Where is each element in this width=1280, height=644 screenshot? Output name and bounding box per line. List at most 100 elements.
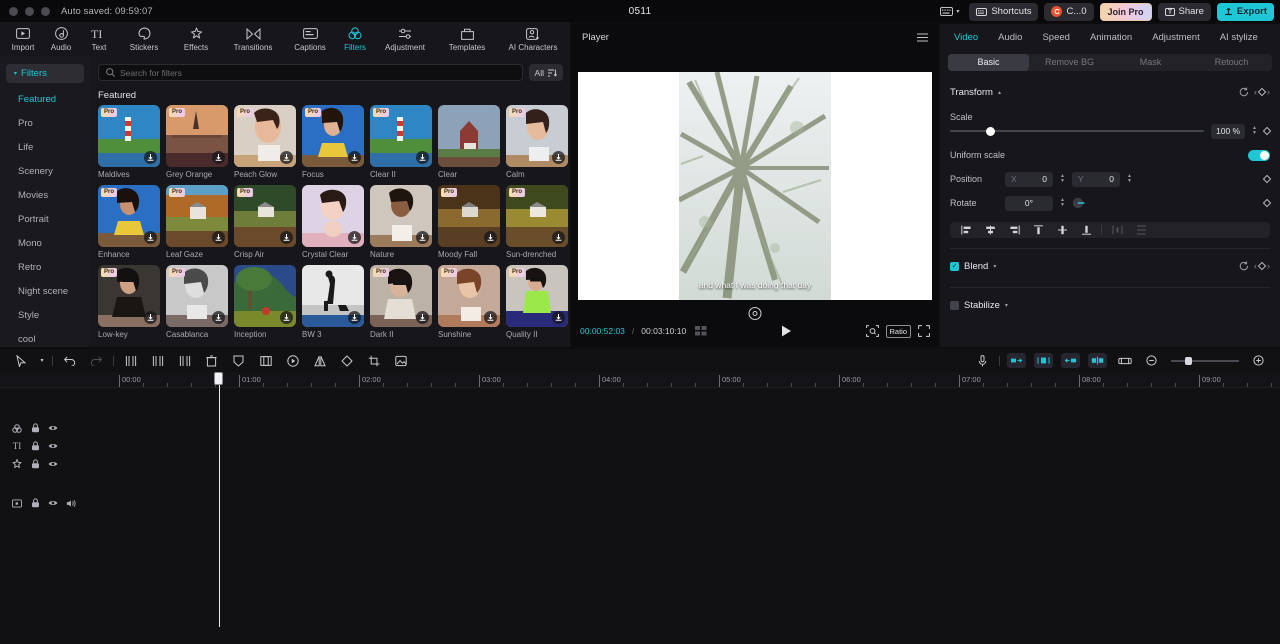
mirror-button[interactable] bbox=[306, 350, 333, 372]
crop-button[interactable] bbox=[252, 350, 279, 372]
zoom-to-fit-icon[interactable] bbox=[865, 325, 879, 337]
reset-blend-button[interactable] bbox=[1239, 261, 1249, 271]
download-icon[interactable] bbox=[416, 231, 429, 244]
timeline-ruler[interactable]: 00:00 01:00 02:00 03:00 04:00 05:00 06:0… bbox=[0, 372, 1280, 388]
rotate-value[interactable]: 0° bbox=[1005, 195, 1053, 211]
sidebar-item-featured[interactable]: Featured bbox=[0, 87, 90, 111]
position-x-field[interactable]: X 0 bbox=[1005, 171, 1053, 187]
download-icon[interactable] bbox=[348, 311, 361, 324]
filter-thumbnail[interactable]: Pro bbox=[166, 105, 228, 167]
filter-item-calm[interactable]: Pro Calm bbox=[506, 105, 568, 179]
track-visibility-button[interactable] bbox=[48, 498, 58, 508]
download-icon[interactable] bbox=[416, 311, 429, 324]
download-icon[interactable] bbox=[144, 231, 157, 244]
filter-item-crystal-clear[interactable]: Crystal Clear bbox=[302, 185, 364, 259]
scale-keyframe-button[interactable] bbox=[1262, 126, 1272, 136]
player-menu-button[interactable] bbox=[917, 33, 928, 42]
download-icon[interactable] bbox=[552, 311, 565, 324]
transform-section-header[interactable]: Transform ▴ ‹ › bbox=[940, 81, 1280, 103]
filter-thumbnail[interactable]: Pro bbox=[506, 185, 568, 247]
keyboard-layout-button[interactable]: ▾ bbox=[936, 5, 963, 18]
track-visibility-button[interactable] bbox=[48, 459, 58, 469]
download-icon[interactable] bbox=[212, 231, 225, 244]
delete-button[interactable] bbox=[198, 350, 225, 372]
blend-checkbox[interactable]: ✓ bbox=[950, 261, 959, 271]
filter-thumbnail[interactable]: Pro bbox=[98, 185, 160, 247]
filter-item-crisp-air[interactable]: Pro Crisp Air bbox=[234, 185, 296, 259]
tab-audio[interactable]: Audio bbox=[42, 23, 80, 56]
freeze-frame-button[interactable] bbox=[225, 350, 252, 372]
filter-item-bw-3[interactable]: BW 3 bbox=[302, 265, 364, 339]
subtab-mask[interactable]: Mask bbox=[1110, 54, 1191, 71]
timeline-zoom-slider[interactable] bbox=[1171, 356, 1239, 365]
shortcuts-button[interactable]: Shortcuts bbox=[969, 2, 1039, 21]
subtab-basic[interactable]: Basic bbox=[948, 54, 1029, 71]
filter-thumbnail[interactable] bbox=[302, 265, 364, 327]
download-icon[interactable] bbox=[484, 231, 497, 244]
download-icon[interactable] bbox=[280, 151, 293, 164]
join-pro-button[interactable]: Join Pro bbox=[1099, 2, 1152, 21]
keyframe-both-button[interactable] bbox=[1034, 353, 1053, 368]
filter-item-sun-drenched[interactable]: Pro Sun-drenched bbox=[506, 185, 568, 259]
sidebar-item-movies[interactable]: Movies bbox=[0, 183, 90, 207]
rotate-dial[interactable] bbox=[1072, 197, 1087, 209]
frame-grid-icon[interactable] bbox=[695, 326, 708, 336]
sidebar-item-pro[interactable]: Pro bbox=[0, 111, 90, 135]
tab-filters[interactable]: Filters bbox=[336, 23, 374, 56]
sidebar-header[interactable]: ▾ Filters bbox=[6, 64, 84, 83]
sidebar-item-night-scene[interactable]: Night scene bbox=[0, 279, 90, 303]
zoom-out-button[interactable] bbox=[1138, 350, 1165, 372]
tab-adjustment[interactable]: Adjustment bbox=[1142, 32, 1210, 43]
scale-value[interactable]: 100 % bbox=[1211, 123, 1246, 139]
align-center-horizontal-button[interactable] bbox=[978, 225, 1002, 235]
scale-slider[interactable] bbox=[950, 126, 1205, 136]
sidebar-item-portrait[interactable]: Portrait bbox=[0, 207, 90, 231]
fullscreen-icon[interactable] bbox=[918, 325, 930, 337]
record-voiceover-button[interactable] bbox=[969, 350, 996, 372]
transform-keyframe-button[interactable]: ‹ › bbox=[1254, 87, 1270, 97]
filter-item-sunshine[interactable]: Pro Sunshine bbox=[438, 265, 500, 339]
tab-templates[interactable]: Templates bbox=[436, 23, 498, 56]
video-preview-stage[interactable]: and what I was doing that day bbox=[578, 72, 932, 300]
filter-thumbnail[interactable]: Pro bbox=[506, 265, 568, 327]
track-visibility-button[interactable] bbox=[48, 441, 58, 451]
sidebar-item-life[interactable]: Life bbox=[0, 135, 90, 159]
keyframe-in-button[interactable] bbox=[1007, 353, 1026, 368]
playhead-handle[interactable] bbox=[214, 372, 223, 385]
blend-section-header[interactable]: ✓ Blend ▾ ‹ › bbox=[940, 255, 1280, 277]
tab-video[interactable]: Video bbox=[948, 32, 988, 43]
download-icon[interactable] bbox=[484, 311, 497, 324]
download-icon[interactable] bbox=[416, 151, 429, 164]
filter-thumbnail[interactable] bbox=[302, 185, 364, 247]
image-adjust-button[interactable] bbox=[387, 350, 414, 372]
filter-thumbnail[interactable]: Pro bbox=[438, 185, 500, 247]
download-icon[interactable] bbox=[348, 151, 361, 164]
filter-thumbnail[interactable]: Pro bbox=[370, 105, 432, 167]
tab-animation[interactable]: Animation bbox=[1080, 32, 1142, 43]
filter-item-low-key[interactable]: Pro Low-key bbox=[98, 265, 160, 339]
select-tool-button[interactable] bbox=[8, 350, 35, 372]
filter-thumbnail[interactable] bbox=[234, 265, 296, 327]
blend-keyframe-button[interactable]: ‹ › bbox=[1254, 261, 1270, 271]
position-keyframe-button[interactable] bbox=[1262, 174, 1272, 184]
filter-all-button[interactable]: All bbox=[528, 64, 563, 81]
align-top-button[interactable] bbox=[1026, 225, 1050, 235]
split-at-playhead-button[interactable] bbox=[1088, 353, 1107, 368]
tab-ai-characters[interactable]: AI Characters bbox=[498, 23, 568, 56]
timeline-view-button[interactable] bbox=[1111, 350, 1138, 372]
filter-thumbnail[interactable]: Pro bbox=[98, 105, 160, 167]
filter-item-leaf-gaze[interactable]: Pro Leaf Gaze bbox=[166, 185, 228, 259]
filter-item-focus[interactable]: Pro Focus bbox=[302, 105, 364, 179]
search-input[interactable]: Search for filters bbox=[98, 64, 523, 81]
sidebar-item-cool[interactable]: cool bbox=[0, 327, 90, 351]
align-right-button[interactable] bbox=[1002, 225, 1026, 235]
tab-effects[interactable]: Effects bbox=[170, 23, 222, 56]
speed-button[interactable] bbox=[279, 350, 306, 372]
distribute-horizontal-button[interactable] bbox=[1105, 225, 1129, 235]
filter-item-clear-ii[interactable]: Pro Clear II bbox=[370, 105, 432, 179]
filter-item-quality-ii[interactable]: Pro Quality II bbox=[506, 265, 568, 339]
filter-item-moody-fall[interactable]: Pro Moody Fall bbox=[438, 185, 500, 259]
position-y-field[interactable]: Y 0 bbox=[1071, 171, 1120, 187]
user-account-button[interactable]: C C...0 bbox=[1044, 2, 1094, 21]
stabilize-section-header[interactable]: Stabilize ▾ bbox=[940, 294, 1280, 316]
